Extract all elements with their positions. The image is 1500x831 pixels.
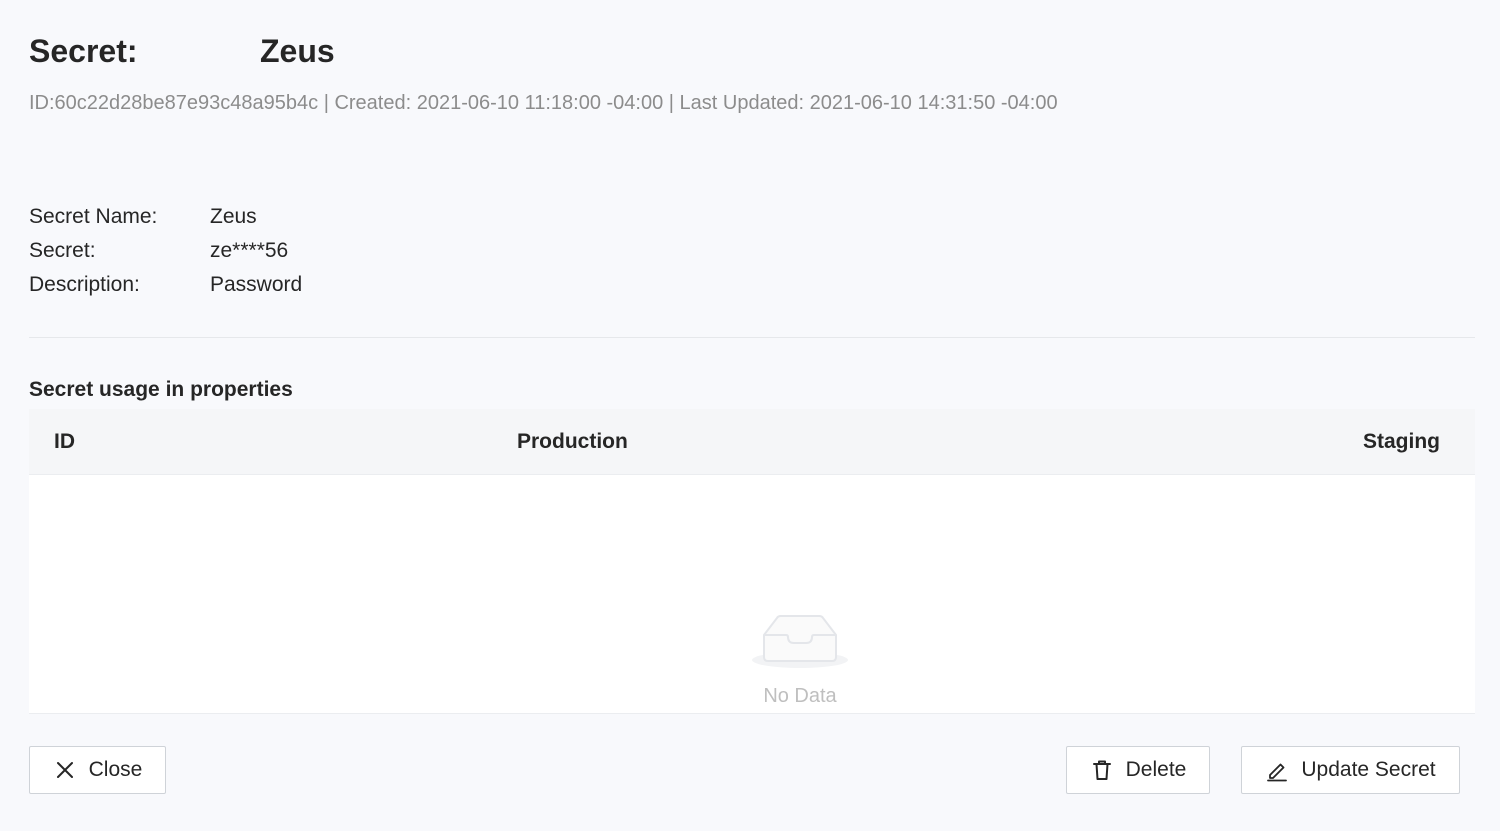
column-header-staging[interactable]: Staging <box>1363 409 1440 474</box>
close-icon <box>53 758 77 782</box>
secret-details: Secret Name: Zeus Secret: ze****56 Descr… <box>29 200 302 302</box>
edit-icon <box>1265 758 1289 782</box>
usage-table: ID Production Staging No Data <box>29 409 1475 714</box>
detail-value: Zeus <box>210 205 257 228</box>
table-header: ID Production Staging <box>29 409 1475 475</box>
trash-icon <box>1090 758 1114 782</box>
update-secret-button[interactable]: Update Secret <box>1241 746 1460 794</box>
empty-state-text: No Data <box>763 685 837 707</box>
column-header-id[interactable]: ID <box>54 409 75 474</box>
detail-value: Password <box>210 273 303 296</box>
page-title-label: Secret: <box>29 32 138 69</box>
page-title: Secret: Zeus <box>29 30 335 72</box>
detail-label: Description: <box>29 273 140 296</box>
detail-row-secret-name: Secret Name: Zeus <box>29 200 302 234</box>
detail-row-secret: Secret: ze****56 <box>29 234 302 268</box>
secret-meta-info: ID:60c22d28be87e93c48a95b4c | Created: 2… <box>29 92 1058 114</box>
table-empty-state: No Data <box>29 475 1475 714</box>
delete-button[interactable]: Delete <box>1066 746 1210 794</box>
detail-row-description: Description: Password <box>29 268 302 302</box>
page-title-value: Zeus <box>260 32 335 69</box>
close-button-label: Close <box>88 758 143 781</box>
section-divider <box>29 337 1475 338</box>
delete-button-label: Delete <box>1125 758 1187 781</box>
detail-label: Secret: <box>29 239 96 262</box>
inbox-icon <box>752 615 848 668</box>
column-header-production[interactable]: Production <box>517 409 628 474</box>
close-button[interactable]: Close <box>29 746 166 794</box>
update-secret-button-label: Update Secret <box>1301 758 1436 781</box>
detail-label: Secret Name: <box>29 205 158 228</box>
usage-section-title: Secret usage in properties <box>29 378 293 401</box>
detail-value: ze****56 <box>210 239 289 262</box>
